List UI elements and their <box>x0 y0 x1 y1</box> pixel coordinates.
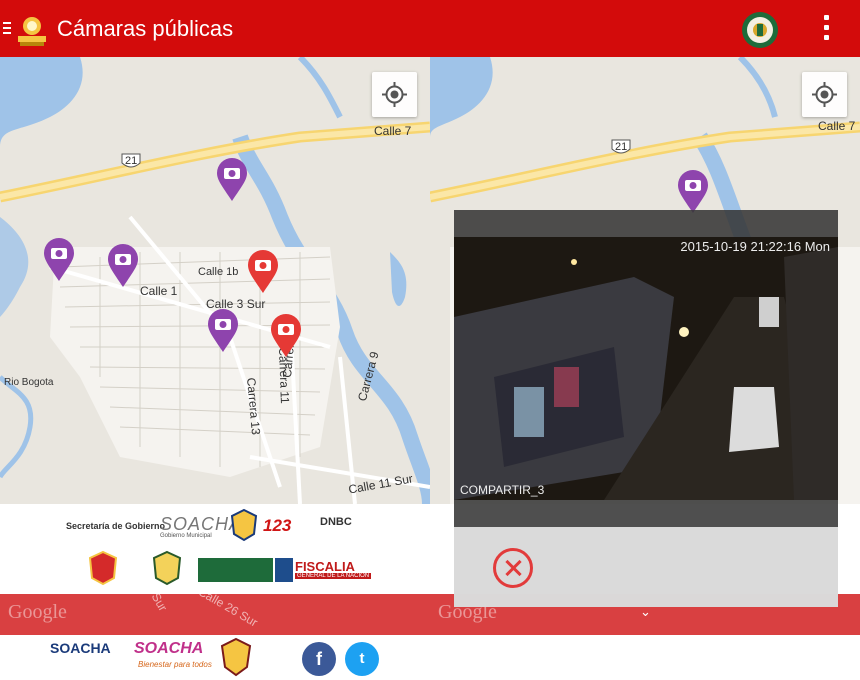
camera-pin-icon[interactable] <box>677 170 709 214</box>
road-label: 21 <box>615 141 628 153</box>
my-location-button[interactable] <box>802 72 847 117</box>
feed-timestamp: 2015-10-19 21:22:16 Mon <box>680 239 830 254</box>
crosshair-icon <box>812 82 837 107</box>
road-label: Calle 7 <box>818 119 856 133</box>
app-logo <box>18 17 46 46</box>
emergency-123-logo: 123 <box>263 516 292 535</box>
camera-pin-offline-icon[interactable] <box>247 250 279 294</box>
menu-icon[interactable] <box>3 22 11 36</box>
crosshair-icon <box>382 82 407 107</box>
road-label: 21 <box>125 155 138 167</box>
fiscalia-logo: FISCALIA <box>295 559 355 574</box>
bienestar-sublabel: Bienestar para todos <box>138 660 212 669</box>
dnbc-logo: DNBC <box>320 516 352 528</box>
camera-pin-icon[interactable] <box>216 158 248 202</box>
overflow-menu-icon[interactable] <box>824 15 832 43</box>
camera-pin-icon[interactable] <box>107 244 139 288</box>
road-label: Rio Bogota <box>4 377 54 388</box>
chevron-down-icon[interactable]: ⌄ <box>640 604 651 620</box>
camera-pin-icon[interactable] <box>207 309 239 353</box>
crest-icon <box>230 508 258 542</box>
camera-pin-icon[interactable] <box>43 238 75 282</box>
footer-bar <box>0 635 860 680</box>
colombia-crest-icon <box>88 550 118 586</box>
close-icon[interactable] <box>493 548 533 588</box>
twitter-button[interactable]: t <box>345 642 379 676</box>
app-bar: Cámaras públicas <box>0 0 860 57</box>
police-badge-icon <box>742 12 778 48</box>
soacha-sublabel: Gobierno Municipal <box>160 533 212 539</box>
alcaldia-logo: SOACHA <box>50 640 111 656</box>
map-watermark: Google <box>8 601 67 623</box>
fiscalia-sublabel: GENERAL DE LA NACIÓN <box>295 573 372 579</box>
road-label: Calle 7 <box>374 124 412 138</box>
footer-crest-icon <box>220 637 252 677</box>
bienestar-logo: SOACHA <box>134 640 204 657</box>
police-banner <box>198 558 273 582</box>
camera-feed[interactable]: 2015-10-19 21:22:16 Mon COMPARTIR_3 <box>454 237 838 500</box>
national-shield-icon <box>152 550 182 586</box>
my-location-button[interactable] <box>372 72 417 117</box>
camera-pin-offline-icon[interactable] <box>270 314 302 358</box>
page-title: Cámaras públicas <box>57 16 234 41</box>
flag-block <box>275 558 293 582</box>
camera-name-label: COMPARTIR_3 <box>460 483 545 497</box>
facebook-button[interactable]: f <box>302 642 336 676</box>
gobierno-logo: Secretaría de Gobierno <box>66 521 166 531</box>
camera-feed-image <box>454 237 838 500</box>
road-label: Calle 1 <box>140 284 178 298</box>
road-label: Calle 1b <box>198 266 239 278</box>
